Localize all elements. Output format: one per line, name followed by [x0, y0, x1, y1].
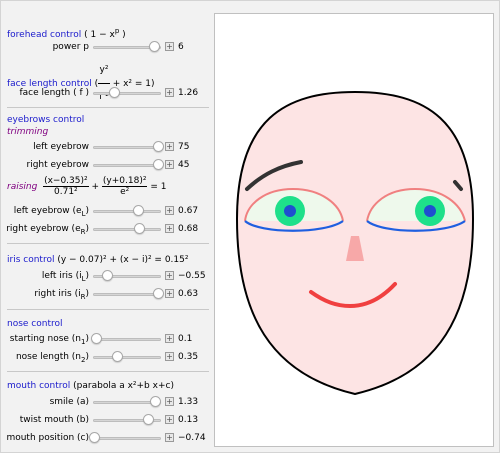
iris-formula: (y − 0.07)² + (x − i)² = 0.15²	[57, 255, 189, 265]
slider-value-starting-nose: 0.1	[178, 334, 193, 344]
slider-label-smile: smile (a)	[49, 397, 89, 407]
control-row: right eyebrow (eR) +0.68	[1, 222, 211, 236]
right-iris-inner	[424, 205, 436, 217]
mouth-title-text: mouth control	[7, 381, 71, 391]
slider-label-left-eyebrow: left eyebrow	[33, 142, 89, 152]
slider-thumb-left-eyebrow-e[interactable]	[133, 205, 145, 216]
expand-plus-icon[interactable]: +	[165, 433, 174, 442]
slider-thumb-right-eyebrow-e[interactable]	[133, 223, 145, 234]
slider-label-starting-nose: starting nose (n1)	[9, 334, 89, 346]
manipulate-panel: forehead control ( 1 − xp ) power p +6 fa…	[0, 0, 500, 453]
face-length-control-title: face length control (y² f ² + x² = 1)	[7, 57, 155, 110]
slider-track-left-eyebrow[interactable]	[93, 146, 161, 149]
slider-label-power: power p	[52, 42, 89, 52]
slider-label-nose-length: nose length (n2)	[15, 352, 89, 364]
separator	[7, 371, 209, 372]
slider-value-right-eyebrow-e: 0.68	[178, 224, 199, 234]
expand-plus-icon[interactable]: +	[165, 224, 174, 233]
slider-thumb-left-iris[interactable]	[102, 270, 114, 281]
slider-value-left-iris: −0.55	[178, 271, 206, 281]
slider-thumb-left-eyebrow[interactable]	[153, 141, 165, 152]
expand-plus-icon[interactable]: +	[165, 206, 174, 215]
slider-value-smile: 1.33	[178, 397, 199, 407]
expand-plus-icon[interactable]: +	[165, 88, 174, 97]
forehead-title-text: forehead control	[7, 30, 82, 40]
separator	[7, 309, 209, 310]
slider-label-right-eyebrow-e: right eyebrow (eR)	[6, 224, 89, 236]
expand-plus-icon[interactable]: +	[165, 397, 174, 406]
expand-plus-icon[interactable]: +	[165, 334, 174, 343]
slider-label-mouth-position: mouth position (c)	[6, 433, 89, 443]
slider-value-face-length: 1.26	[178, 88, 199, 98]
slider-label-left-eyebrow-e: left eyebrow (eL)	[13, 206, 89, 218]
slider-track-right-eyebrow[interactable]	[93, 164, 161, 167]
iris-title-text: iris control	[7, 255, 55, 265]
nose-control-title: nose control	[7, 319, 63, 329]
slider-thumb-smile[interactable]	[150, 396, 162, 407]
mouth-formula: (parabola a x²+b x+c)	[73, 381, 174, 391]
slider-thumb-power[interactable]	[148, 41, 160, 52]
face-graphic	[235, 90, 475, 396]
slider-value-left-eyebrow: 75	[178, 142, 190, 152]
expand-plus-icon[interactable]: +	[165, 271, 174, 280]
slider-thumb-twist-mouth[interactable]	[143, 414, 155, 425]
slider-track-mouth-position[interactable]	[93, 437, 161, 440]
separator	[7, 107, 209, 108]
control-row: power p +6	[1, 40, 211, 54]
raising-subtitle: raising	[7, 182, 38, 192]
control-row: right eyebrow +45	[1, 158, 211, 172]
eyebrows-control-title: eyebrows control	[7, 115, 85, 125]
face-output-canvas	[214, 13, 494, 447]
forehead-formula: ( 1 − xp )	[84, 27, 126, 40]
slider-thumb-right-iris[interactable]	[153, 288, 165, 299]
left-iris-inner	[284, 205, 296, 217]
control-row: starting nose (n1) +0.1	[1, 332, 211, 346]
slider-value-power: 6	[178, 42, 184, 52]
slider-thumb-mouth-position[interactable]	[88, 432, 100, 443]
control-row: left eyebrow (eL) +0.67	[1, 204, 211, 218]
slider-label-face-length: face length ( f )	[19, 88, 90, 98]
control-row: left iris (iL) + −0.55	[1, 269, 211, 283]
slider-track-right-eyebrow-e[interactable]	[93, 228, 161, 231]
slider-value-nose-length: 0.35	[178, 352, 199, 362]
slider-thumb-starting-nose[interactable]	[90, 333, 102, 344]
raising-formula: raising (x−0.35)² 0.71² + (y+0.18)² e² = 1	[7, 176, 167, 197]
slider-track-starting-nose[interactable]	[93, 338, 161, 341]
expand-plus-icon[interactable]: +	[165, 352, 174, 361]
slider-track-left-eyebrow-e[interactable]	[93, 210, 161, 213]
control-row: mouth position (c) + −0.74	[1, 431, 211, 445]
mouth-control-title: mouth control (parabola a x²+b x+c)	[7, 381, 174, 391]
control-row: smile (a) +1.33	[1, 395, 211, 409]
slider-value-right-iris: 0.63	[178, 289, 199, 299]
slider-track-nose-length[interactable]	[93, 356, 161, 359]
separator	[7, 243, 209, 244]
control-row: face length ( f ) +1.26	[1, 86, 211, 100]
iris-control-title: iris control (y − 0.07)² + (x − i)² = 0.…	[7, 255, 188, 265]
control-row: right iris (iR) +0.63	[1, 287, 211, 301]
slider-thumb-right-eyebrow[interactable]	[153, 159, 165, 170]
slider-value-left-eyebrow-e: 0.67	[178, 206, 199, 216]
control-row: twist mouth (b) +0.13	[1, 413, 211, 427]
expand-plus-icon[interactable]: +	[165, 415, 174, 424]
control-row: left eyebrow +75	[1, 140, 211, 154]
slider-value-mouth-position: −0.74	[178, 433, 206, 443]
expand-plus-icon[interactable]: +	[165, 142, 174, 151]
forehead-control-title: forehead control ( 1 − xp )	[7, 27, 126, 40]
slider-thumb-nose-length[interactable]	[111, 351, 123, 362]
slider-track-face-length[interactable]	[93, 92, 161, 95]
slider-label-twist-mouth: twist mouth (b)	[19, 415, 89, 425]
trimming-subtitle: trimming	[7, 127, 49, 137]
slider-label-left-iris: left iris (iL)	[41, 271, 89, 283]
expand-plus-icon[interactable]: +	[165, 42, 174, 51]
slider-value-right-eyebrow: 45	[178, 160, 190, 170]
slider-value-twist-mouth: 0.13	[178, 415, 199, 425]
expand-plus-icon[interactable]: +	[165, 160, 174, 169]
slider-label-right-eyebrow: right eyebrow	[26, 160, 90, 170]
expand-plus-icon[interactable]: +	[165, 289, 174, 298]
control-row: nose length (n2) +0.35	[1, 350, 211, 364]
slider-track-right-iris[interactable]	[93, 293, 161, 296]
slider-thumb-face-length[interactable]	[109, 87, 121, 98]
slider-label-right-iris: right iris (iR)	[34, 289, 89, 301]
